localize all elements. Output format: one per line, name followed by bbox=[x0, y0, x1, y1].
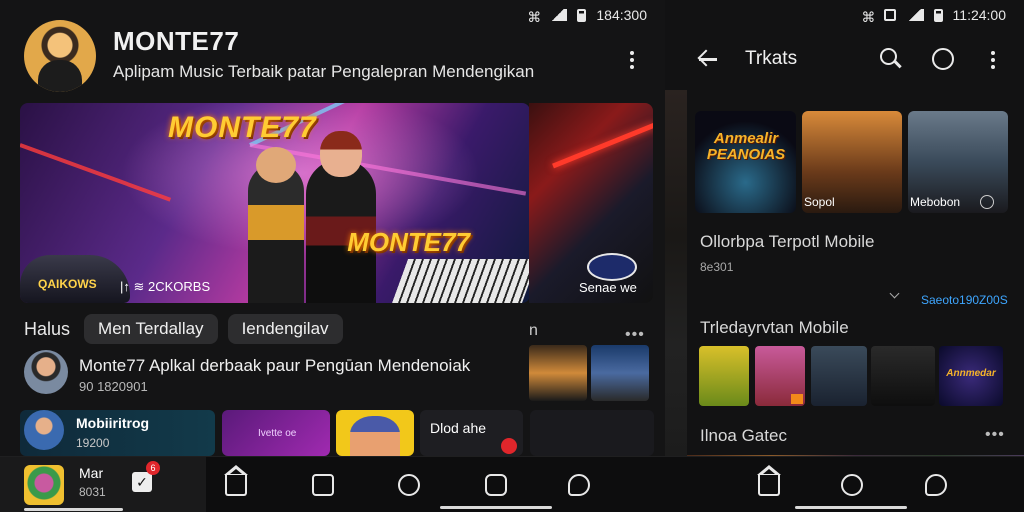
game-thumbnail[interactable] bbox=[699, 346, 749, 406]
section-link[interactable]: Saeoto190Z00S bbox=[921, 293, 1008, 307]
hero-logo: MONTE77 bbox=[168, 111, 317, 144]
explore-icon[interactable] bbox=[841, 474, 863, 496]
hero-next-banner[interactable]: Senae we bbox=[529, 103, 653, 303]
home-icon[interactable] bbox=[224, 465, 248, 496]
shelf-card[interactable]: Mobiiritrog 19200 bbox=[20, 410, 215, 456]
section-peek-icon: n bbox=[529, 322, 538, 339]
channel-header: MONTE77 Aplipam Music Terbaik patar Peng… bbox=[24, 20, 654, 92]
section-subtitle: 8e301 bbox=[700, 260, 734, 274]
page-title: Trkats bbox=[745, 48, 798, 69]
status-bar: ⌘ 11:24:00 bbox=[665, 0, 1024, 30]
home-icon[interactable] bbox=[757, 465, 781, 496]
home-indicator bbox=[795, 506, 907, 509]
library-icon[interactable] bbox=[312, 474, 334, 496]
more-dots-icon[interactable]: ••• bbox=[625, 326, 645, 344]
chat-icon[interactable] bbox=[568, 474, 590, 496]
avatar bbox=[24, 350, 68, 394]
status-time: 11:24:00 bbox=[952, 7, 1006, 23]
app-header: Trkats bbox=[665, 38, 1024, 82]
hero-caption-left: QAIKOWS bbox=[38, 277, 97, 291]
previous-page-peek bbox=[665, 90, 687, 456]
right-screen: ⌘ 11:24:00 Trkats Anmealir PEANOIAS Sopo… bbox=[665, 0, 1024, 512]
channel-name: MONTE77 bbox=[113, 26, 240, 56]
kebab-icon[interactable] bbox=[983, 48, 1003, 72]
badge-icon bbox=[791, 394, 803, 404]
chat-icon[interactable] bbox=[925, 474, 947, 496]
progress-bar bbox=[24, 508, 123, 511]
list-item-subtitle: 90 1820901 bbox=[79, 379, 148, 394]
chips-row: Halus Men Terdallay Iendengilav bbox=[24, 313, 343, 345]
shelf-card-text: Dlod ahe bbox=[430, 420, 487, 436]
poster-title: Anmealir PEANOIAS bbox=[706, 130, 786, 163]
shelf-card-peek[interactable] bbox=[530, 410, 654, 456]
shelf-card-title: Mobiiritrog bbox=[76, 415, 150, 431]
character-art bbox=[350, 416, 400, 456]
notification-badge: 6 bbox=[146, 461, 160, 475]
check-icon[interactable]: ✓ bbox=[132, 472, 152, 492]
back-arrow-icon[interactable] bbox=[697, 48, 719, 70]
shelf-card[interactable]: Ivette oe bbox=[222, 410, 330, 456]
shelf-card-text: Ivette oe bbox=[258, 428, 297, 439]
chevron-down-icon[interactable] bbox=[889, 288, 900, 299]
mini-player-subtitle: 8031 bbox=[79, 485, 106, 499]
explore-icon[interactable] bbox=[398, 474, 420, 496]
more-dots-icon[interactable]: ••• bbox=[985, 426, 1005, 444]
list-item-title: Monte77 Aplkal derbaak paur Pengūan Mend… bbox=[79, 356, 471, 375]
chip-filter[interactable]: Iendengilav bbox=[227, 314, 343, 344]
bottom-nav bbox=[665, 456, 1024, 512]
poster-card[interactable]: Sopol bbox=[802, 111, 902, 213]
game-thumbnail[interactable] bbox=[871, 346, 935, 406]
left-screen: ⌘ 184:300 MONTE77 Aplipam Music Terbaik … bbox=[0, 0, 665, 512]
avatar bbox=[24, 410, 64, 450]
brand-logo bbox=[587, 253, 637, 281]
shelf-card[interactable]: Dlod ahe bbox=[420, 410, 523, 456]
game-thumbnail[interactable]: Annmedar bbox=[939, 346, 1003, 406]
mini-player[interactable]: Mar 8031 ✓ 6 bbox=[0, 457, 206, 512]
poster-label: Mebobon bbox=[910, 195, 961, 209]
channel-subtitle: Aplipam Music Terbaik patar Pengalepran … bbox=[113, 62, 535, 81]
chip-filter[interactable]: Men Terdallay bbox=[84, 314, 218, 344]
search-icon[interactable] bbox=[880, 48, 902, 70]
bottom-nav: Mar 8031 ✓ 6 bbox=[0, 456, 665, 512]
chips-label: Halus bbox=[24, 318, 71, 339]
shelf-row: Mobiiritrog 19200 Ivette oe Dlod ahe bbox=[20, 410, 525, 456]
more-icon[interactable] bbox=[980, 195, 994, 209]
home-indicator bbox=[440, 506, 552, 509]
poster-card[interactable]: Anmealir PEANOIAS bbox=[695, 111, 796, 213]
mini-player-title: Mar bbox=[79, 465, 104, 481]
alarm-icon bbox=[883, 9, 896, 21]
section-title: Ollorbpa Terpotl Mobile bbox=[700, 232, 875, 251]
shelf-card[interactable] bbox=[336, 410, 414, 456]
poster-label: Sopol bbox=[804, 195, 835, 209]
battery-icon bbox=[933, 8, 943, 22]
section-title: Ilnoa Gatec bbox=[700, 426, 787, 445]
game-row: Annmedar bbox=[699, 346, 1019, 406]
list-item[interactable]: Monte77 Aplkal derbaak paur Pengūan Mend… bbox=[24, 350, 624, 398]
singer-head bbox=[320, 131, 362, 177]
guitarist-figure bbox=[248, 163, 304, 303]
shorts-icon[interactable] bbox=[485, 474, 507, 496]
hero-caption: |↑ ≋ 2CKORBS bbox=[120, 279, 211, 294]
notification-badge bbox=[501, 438, 517, 454]
guitarist-head bbox=[256, 147, 296, 183]
signal-icon bbox=[905, 9, 924, 21]
light-beam bbox=[20, 143, 172, 202]
poster-row: Anmealir PEANOIAS Sopol Mebobon bbox=[695, 111, 1024, 213]
mini-player-art bbox=[24, 465, 64, 505]
hero-logo-secondary: MONTE77 bbox=[347, 227, 470, 257]
hero-banner[interactable]: MONTE77 MONTE77 QAIKOWS |↑ ≋ 2CKORBS bbox=[20, 103, 530, 303]
game-title: Annmedar bbox=[946, 368, 996, 379]
section-title: Trledayrvtan Mobile bbox=[700, 318, 849, 337]
hero-keyboard bbox=[391, 259, 530, 303]
channel-avatar[interactable] bbox=[24, 20, 96, 92]
poster-card[interactable]: Mebobon bbox=[908, 111, 1008, 213]
hero-next-caption: Senae we bbox=[579, 280, 637, 295]
game-thumbnail[interactable] bbox=[755, 346, 805, 406]
wifi-icon: ⌘ bbox=[861, 9, 876, 25]
cast-icon[interactable] bbox=[932, 48, 954, 70]
kebab-icon[interactable] bbox=[622, 48, 642, 72]
shelf-card-subtitle: 19200 bbox=[76, 436, 110, 450]
game-thumbnail[interactable] bbox=[811, 346, 867, 406]
